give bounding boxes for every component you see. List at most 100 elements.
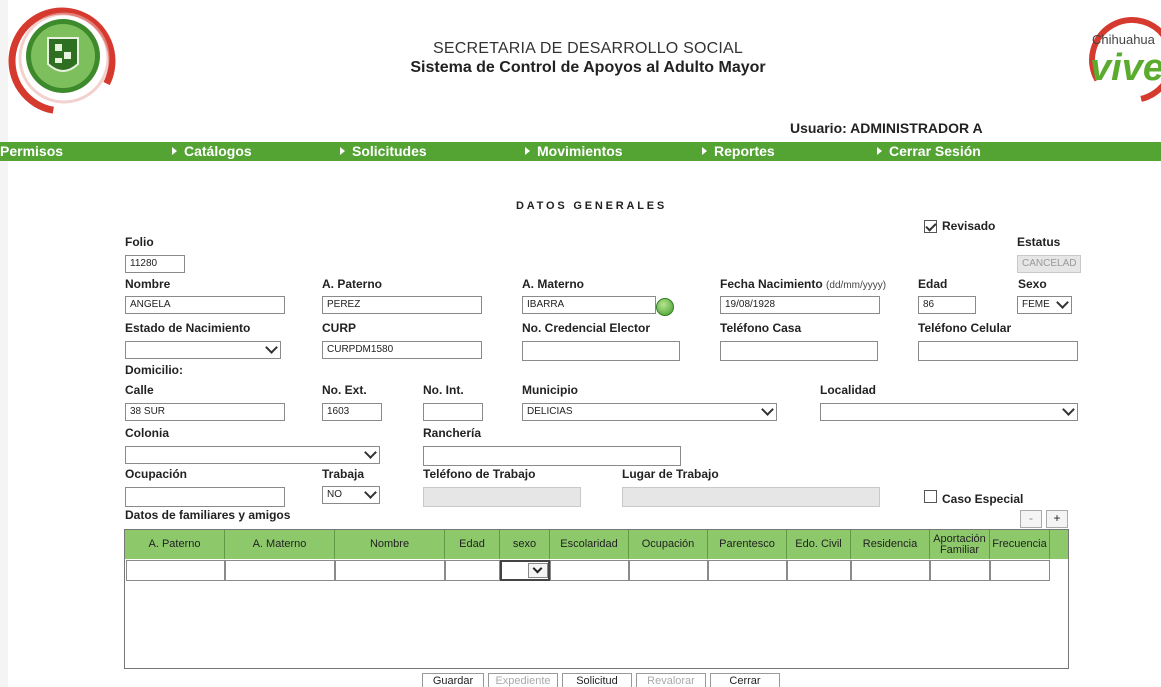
nav-item-solicitudes[interactable]: Solicitudes xyxy=(340,143,427,159)
header-title-line1: SECRETARIA DE DESARROLLO SOCIAL xyxy=(433,40,743,57)
right-logo-text: Chihuahua xyxy=(1092,32,1156,47)
nombre-input[interactable]: ANGELA xyxy=(125,296,285,314)
nav-label-movimientos: Movimientos xyxy=(537,143,623,159)
cell-edo-civil-input[interactable] xyxy=(787,560,851,581)
expediente-button: Expediente xyxy=(488,673,558,687)
search-icon[interactable] xyxy=(656,298,674,316)
caret-right-icon xyxy=(877,147,882,155)
fecha-label: Fecha Nacimiento (dd/mm/yyyy) xyxy=(720,277,886,291)
cell-escolaridad-input[interactable] xyxy=(550,560,629,581)
column-header: Parentesco xyxy=(708,530,787,559)
colonia-select[interactable] xyxy=(125,446,380,464)
folio-label: Folio xyxy=(125,235,154,249)
column-header: sexo xyxy=(500,530,550,559)
header-title-line2: Sistema de Control de Apoyos al Adulto M… xyxy=(410,59,766,76)
curp-input[interactable]: CURPDM1580 xyxy=(322,341,482,359)
calle-label: Calle xyxy=(125,383,154,397)
cell-residencia-input[interactable] xyxy=(851,560,930,581)
paterno-input[interactable]: PEREZ xyxy=(322,296,482,314)
nav-item-catalogos[interactable]: Catálogos xyxy=(172,143,252,159)
nav-label-cerrar-sesion: Cerrar Sesión xyxy=(889,143,981,159)
telefono-celular-input[interactable] xyxy=(918,341,1078,361)
state-seal-logo xyxy=(8,6,120,116)
municipio-label: Municipio xyxy=(522,383,578,397)
fecha-nacimiento-input[interactable]: 19/08/1928 xyxy=(720,296,880,314)
municipio-select[interactable]: DELICIAS xyxy=(522,403,777,421)
caso-especial-checkbox[interactable] xyxy=(924,490,937,503)
trabaja-select[interactable]: NO xyxy=(322,486,380,504)
revisado-checkbox[interactable] xyxy=(924,220,937,233)
colonia-label: Colonia xyxy=(125,426,169,440)
telefono-casa-input[interactable] xyxy=(720,341,878,361)
caret-right-icon xyxy=(702,147,707,155)
solicitud-button[interactable]: Solicitud xyxy=(562,673,632,687)
domicilio-label: Domicilio: xyxy=(125,363,184,377)
edad-input[interactable]: 86 xyxy=(918,296,976,314)
fecha-label-text: Fecha Nacimiento xyxy=(720,277,823,291)
materno-input[interactable]: IBARRA xyxy=(522,296,656,314)
curp-label: CURP xyxy=(322,321,357,335)
chevron-down-icon xyxy=(364,446,377,459)
estatus-label: Estatus xyxy=(1017,235,1061,249)
column-header: Residencia xyxy=(851,530,930,559)
telefono-celular-label: Teléfono Celular xyxy=(918,321,1012,335)
cell-parentesco-input[interactable] xyxy=(708,560,787,581)
caret-right-icon xyxy=(172,147,177,155)
lugar-trabajo-label: Lugar de Trabajo xyxy=(622,467,719,481)
sexo-label: Sexo xyxy=(1018,277,1047,291)
trabaja-label: Trabaja xyxy=(322,467,365,481)
cell-frecuencia-input[interactable] xyxy=(990,560,1050,581)
sexo-select[interactable]: FEME xyxy=(1017,296,1072,314)
column-header: Escolaridad xyxy=(550,530,629,559)
nav-item-cerrar-sesion[interactable]: Cerrar Sesión xyxy=(877,143,981,159)
cell-paterno-input[interactable] xyxy=(126,560,225,581)
chevron-down-icon xyxy=(364,486,377,499)
add-row-button[interactable]: + xyxy=(1046,510,1068,528)
nav-item-permisos[interactable]: Permisos xyxy=(0,143,63,159)
ocupacion-input[interactable] xyxy=(125,487,285,507)
folio-input[interactable]: 11280 xyxy=(125,255,185,273)
nav-label-permisos: Permisos xyxy=(0,143,64,159)
cell-edad-input[interactable] xyxy=(445,560,500,581)
caso-especial-label: Caso Especial xyxy=(942,492,1024,506)
main-nav: Permisos Catálogos Solicitudes Movimient… xyxy=(0,142,1161,161)
column-header: Nombre xyxy=(335,530,445,559)
rancheria-label: Ranchería xyxy=(423,426,482,440)
estado-nacimiento-select[interactable] xyxy=(125,341,281,359)
caret-right-icon xyxy=(340,147,345,155)
nav-item-reportes[interactable]: Reportes xyxy=(702,143,775,159)
nav-item-movimientos[interactable]: Movimientos xyxy=(525,143,623,159)
nav-label-reportes: Reportes xyxy=(714,143,775,159)
estatus-input: CANCELAD xyxy=(1017,255,1081,273)
column-header: A. Paterno xyxy=(125,530,225,559)
section-title: DATOS GENERALES xyxy=(516,200,667,212)
ocupacion-label: Ocupación xyxy=(125,467,188,481)
chevron-down-icon xyxy=(1056,296,1069,309)
sexo-value: FEME xyxy=(1022,299,1050,310)
credencial-label: No. Credencial Elector xyxy=(522,321,651,335)
trabaja-value: NO xyxy=(327,489,342,500)
current-user: Usuario: ADMINISTRADOR A xyxy=(790,120,983,136)
column-header: Aportación Familiar xyxy=(930,530,990,559)
cell-nombre-input[interactable] xyxy=(335,560,445,581)
remove-row-button[interactable]: - xyxy=(1020,510,1042,528)
fecha-hint: (dd/mm/yyyy) xyxy=(826,280,887,291)
nombre-label: Nombre xyxy=(125,277,171,291)
no-int-input[interactable] xyxy=(423,403,483,421)
cerrar-button[interactable]: Cerrar xyxy=(710,673,780,687)
cell-sexo-select[interactable] xyxy=(500,560,550,581)
sexo-dropdown-button[interactable] xyxy=(528,563,548,578)
no-ext-input[interactable]: 1603 xyxy=(322,403,382,421)
credencial-input[interactable] xyxy=(522,341,680,361)
table-header-row: A. Paterno A. Materno Nombre Edad sexo E… xyxy=(125,530,1068,559)
no-int-label: No. Int. xyxy=(423,383,464,397)
cell-materno-input[interactable] xyxy=(225,560,335,581)
cell-ocupacion-input[interactable] xyxy=(629,560,708,581)
guardar-button[interactable]: Guardar xyxy=(422,673,484,687)
revalorar-button: Revalorar xyxy=(636,673,706,687)
municipio-value: DELICIAS xyxy=(527,406,573,417)
cell-aportacion-input[interactable] xyxy=(930,560,990,581)
rancheria-input[interactable] xyxy=(423,446,681,466)
calle-input[interactable]: 38 SUR xyxy=(125,403,285,421)
localidad-select[interactable] xyxy=(820,403,1078,421)
